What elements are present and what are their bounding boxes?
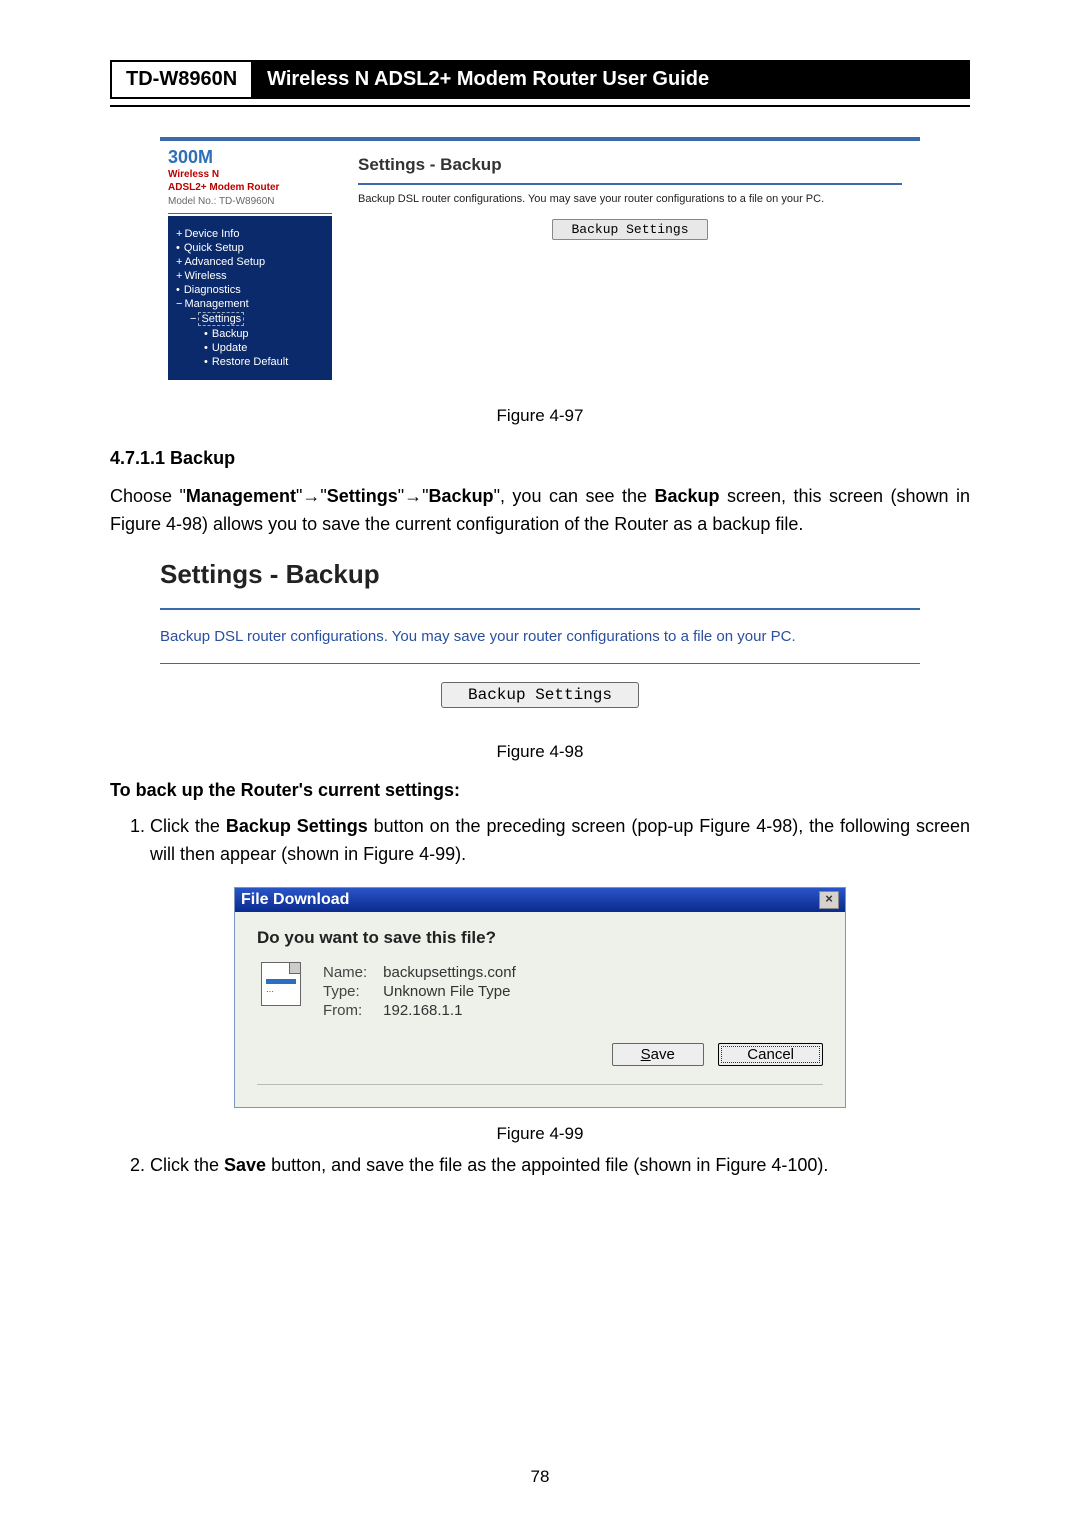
cancel-button[interactable]: Cancel [718,1043,823,1066]
settings-panel-desc: Backup DSL router configurations. You ma… [160,610,920,664]
file-type: Unknown File Type [383,983,510,1000]
from-label: From: [323,1002,379,1019]
steps-list: Click the Backup Settings button on the … [110,813,970,869]
file-from: 192.168.1.1 [383,1002,462,1019]
type-label: Type: [323,983,379,1000]
step-2: Click the Save button, and save the file… [150,1152,970,1180]
steps-list-continued: Click the Save button, and save the file… [110,1152,970,1180]
brand-300m: 300M [168,147,332,168]
router-sidebar: 300M Wireless N ADSL2+ Modem Router Mode… [160,141,340,390]
nav-wireless[interactable]: Wireless [176,270,324,282]
dialog-question: Do you want to save this file? [257,928,823,948]
figure-97-caption: Figure 4-97 [110,406,970,426]
nav-quick-setup[interactable]: Quick Setup [176,242,324,254]
figure-98-settings-panel: Settings - Backup Backup DSL router conf… [160,553,920,726]
file-icon: ⋯ [261,962,301,1006]
page-number: 78 [0,1467,1080,1487]
section-paragraph: Choose "Management"→"Settings"→"Backup",… [110,483,970,539]
save-button[interactable]: Save [612,1043,704,1066]
step-1: Click the Backup Settings button on the … [150,813,970,869]
close-icon[interactable]: × [819,891,839,909]
brand-subtitle: Wireless N ADSL2+ Modem Router [168,168,332,194]
doc-header: TD-W8960N Wireless N ADSL2+ Modem Router… [110,60,970,99]
file-name: backupsettings.conf [383,964,516,981]
backup-settings-button-large[interactable]: Backup Settings [441,682,639,708]
panel-description: Backup DSL router configurations. You ma… [358,193,902,205]
router-nav: Device Info Quick Setup Advanced Setup W… [168,216,332,380]
figure-97-router-ui: 300M Wireless N ADSL2+ Modem Router Mode… [160,137,920,390]
dialog-titlebar: File Download × [235,888,845,912]
nav-diagnostics[interactable]: Diagnostics [176,284,324,296]
nav-restore-default[interactable]: Restore Default [176,356,324,368]
panel-title: Settings - Backup [358,155,902,185]
model-label: TD-W8960N [110,60,251,99]
nav-update[interactable]: Update [176,342,324,354]
model-number: Model No.: TD-W8960N [168,196,332,214]
figure-99-file-download-dialog: File Download × Do you want to save this… [234,887,846,1108]
settings-panel-title: Settings - Backup [160,553,920,610]
instructions-title: To back up the Router's current settings… [110,780,970,801]
backup-settings-button[interactable]: Backup Settings [552,219,707,240]
router-main-panel: Settings - Backup Backup DSL router conf… [340,141,920,390]
nav-backup[interactable]: Backup [176,328,324,340]
nav-device-info[interactable]: Device Info [176,228,324,240]
section-heading: 4.7.1.1 Backup [110,448,970,469]
file-metadata: Name: backupsettings.conf Type: Unknown … [323,962,516,1021]
nav-advanced-setup[interactable]: Advanced Setup [176,256,324,268]
figure-98-caption: Figure 4-98 [110,742,970,762]
figure-99-caption: Figure 4-99 [110,1124,970,1144]
name-label: Name: [323,964,379,981]
nav-management[interactable]: Management [176,298,324,310]
dialog-title-text: File Download [241,891,349,909]
nav-settings[interactable]: Settings [176,312,324,326]
doc-title: Wireless N ADSL2+ Modem Router User Guid… [251,60,970,99]
